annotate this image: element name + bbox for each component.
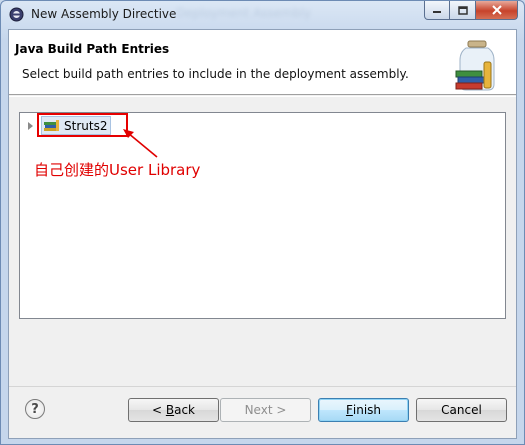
dialog-window: New Assembly Directive Deployment Assemb…: [0, 0, 525, 445]
highlight-box: [37, 113, 128, 137]
back-mnemonic: B: [165, 403, 175, 417]
library-jar-icon: [455, 40, 495, 91]
minimize-icon: [433, 11, 441, 13]
build-path-tree[interactable]: Struts2 自己创建的User Library: [19, 112, 506, 319]
annotation-text: 自己创建的User Library: [34, 161, 201, 179]
page-title: Java Build Path Entries: [15, 42, 170, 56]
button-bar-separator: [9, 386, 516, 387]
eclipse-icon: [9, 7, 24, 22]
close-icon: [491, 5, 502, 15]
annotation-arrow: [123, 129, 158, 158]
next-button[interactable]: Next >: [220, 398, 311, 422]
finish-mnemonic: F: [345, 403, 353, 417]
help-icon: ?: [31, 401, 39, 417]
page-description: Select build path entries to include in …: [22, 67, 409, 81]
close-button[interactable]: [475, 1, 518, 20]
finish-button[interactable]: Finish: [318, 398, 409, 422]
finish-rest: inish: [352, 403, 382, 417]
minimize-button[interactable]: [424, 1, 450, 20]
help-button[interactable]: ?: [25, 399, 45, 419]
background-window-title: Deployment Assembly: [176, 6, 312, 20]
dialog-body: Java Build Path Entries Select build pat…: [8, 29, 517, 439]
cancel-label: Cancel: [441, 403, 482, 417]
maximize-button[interactable]: [450, 1, 475, 20]
next-label: Next >: [244, 403, 287, 417]
cancel-button[interactable]: Cancel: [416, 398, 507, 422]
window-title: New Assembly Directive: [31, 7, 177, 21]
header-separator: [9, 96, 516, 97]
back-button[interactable]: < Back: [128, 398, 219, 422]
tree-expand-arrow-icon[interactable]: [28, 122, 33, 130]
back-rest: ack: [174, 403, 195, 417]
wizard-header: Java Build Path Entries Select build pat…: [9, 30, 516, 95]
window-controls: [424, 1, 518, 21]
maximize-icon: [457, 5, 468, 15]
title-bar[interactable]: New Assembly Directive Deployment Assemb…: [1, 1, 524, 29]
back-prefix: <: [151, 403, 166, 417]
